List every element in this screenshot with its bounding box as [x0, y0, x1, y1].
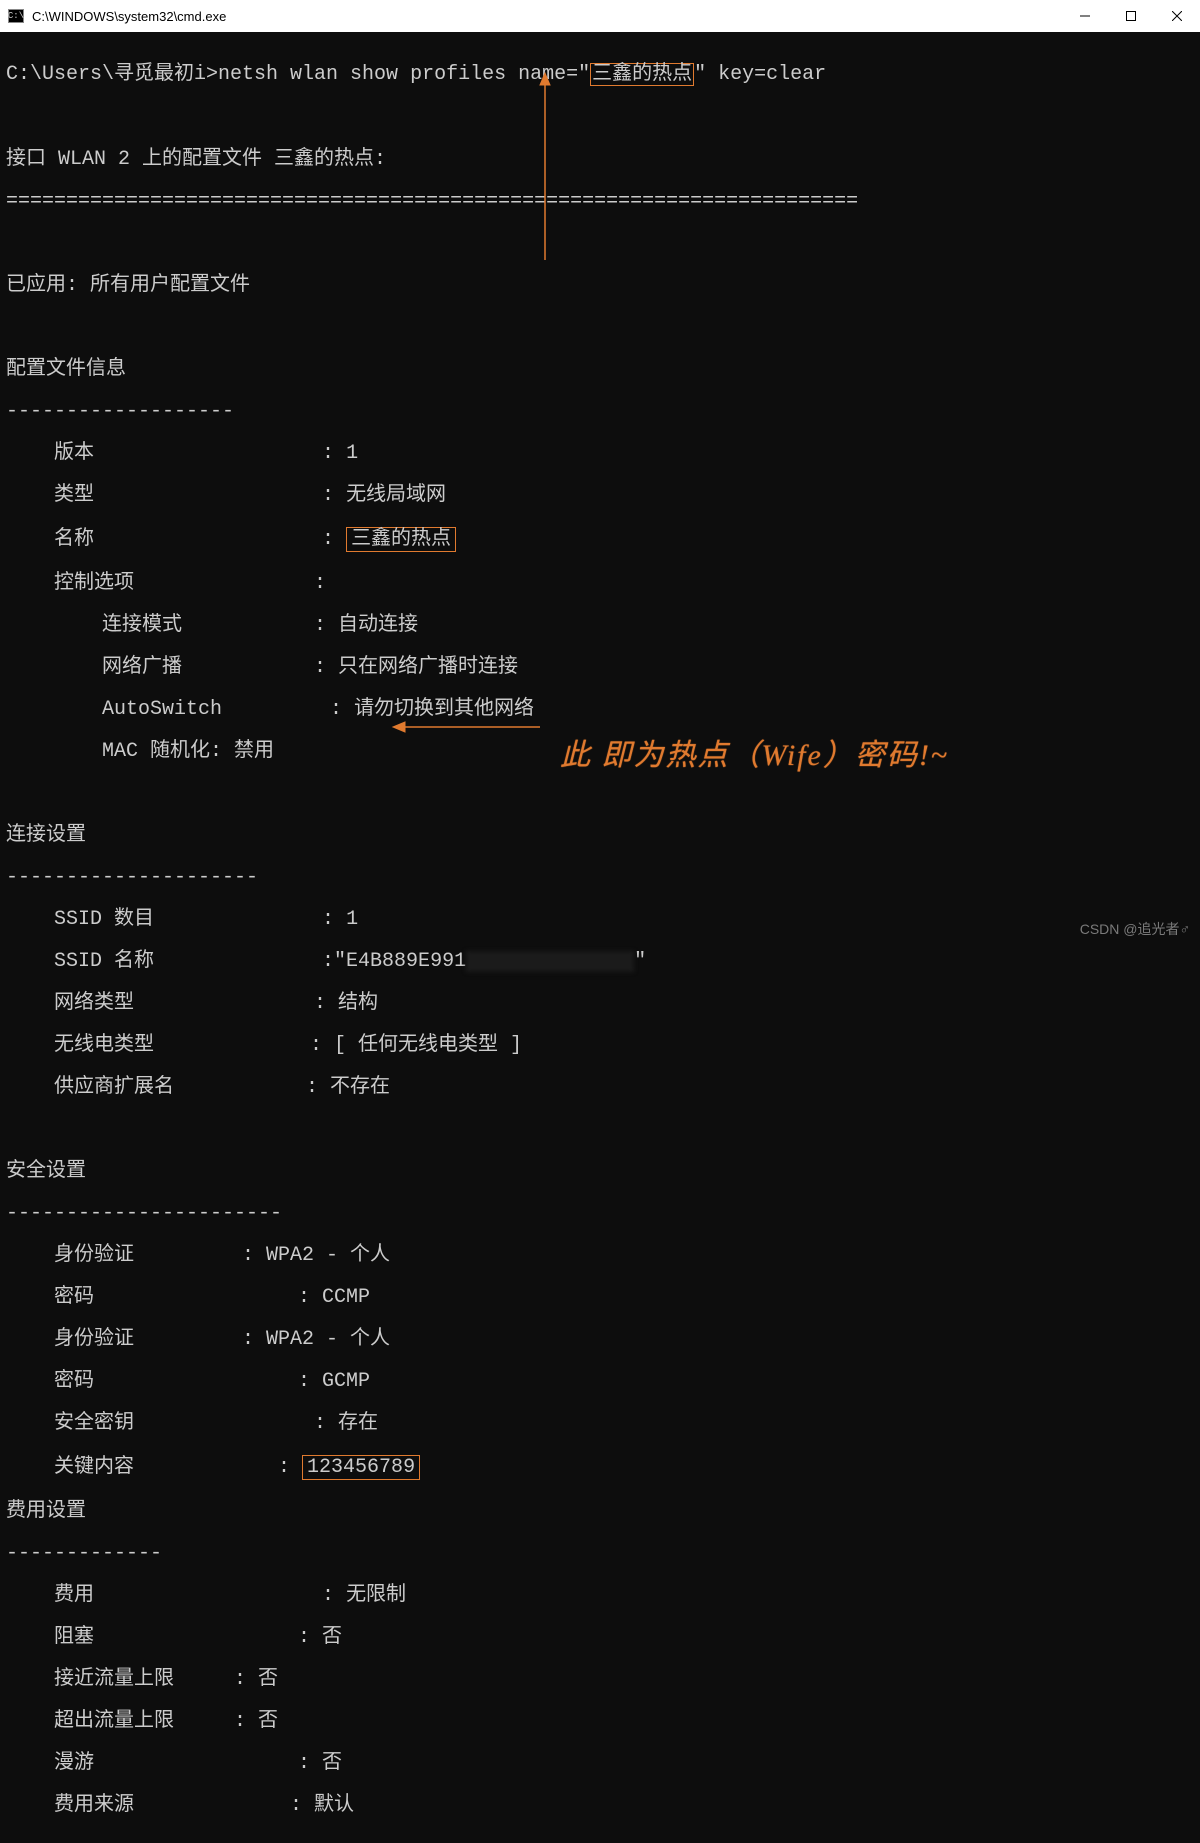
interface-header: 接口 WLAN 2 上的配置文件 三鑫的热点:	[6, 149, 1194, 170]
maximize-button[interactable]	[1108, 0, 1154, 32]
window-titlebar: C:\ C:\WINDOWS\system32\cmd.exe	[0, 0, 1200, 32]
terminal-output[interactable]: C:\Users\寻觅最初i>netsh wlan show profiles …	[0, 32, 1200, 1843]
section-connection: 连接设置	[6, 825, 1194, 846]
prompt-line: C:\Users\寻觅最初i>netsh wlan show profiles …	[6, 63, 1194, 86]
cmd-icon: C:\	[8, 9, 24, 23]
minimize-button[interactable]	[1062, 0, 1108, 32]
section-security: 安全设置	[6, 1161, 1194, 1182]
close-button[interactable]	[1154, 0, 1200, 32]
key-content-highlight: 123456789	[302, 1455, 420, 1480]
window-controls	[1062, 0, 1200, 32]
section-profile-info: 配置文件信息	[6, 359, 1194, 380]
profile-name-value-highlight: 三鑫的热点	[346, 527, 456, 552]
window-title: C:\WINDOWS\system32\cmd.exe	[32, 9, 226, 24]
section-cost: 费用设置	[6, 1501, 1194, 1522]
ssid-blurred: XXXXXXXXXXXXXX	[466, 951, 634, 972]
watermark: CSDN @追光者♂	[1080, 919, 1190, 939]
annotation-text: 此 即为热点（Wife）密码!~	[560, 730, 949, 774]
profile-name-highlight: 三鑫的热点	[590, 63, 694, 86]
